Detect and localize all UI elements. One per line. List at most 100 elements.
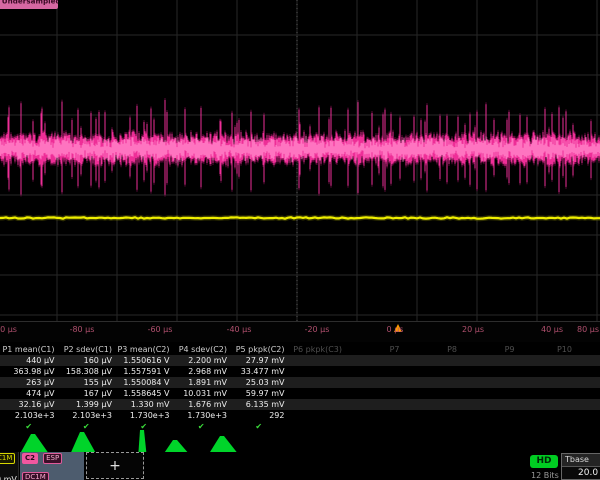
- graticule-svg: [0, 0, 600, 322]
- measure-cell: [518, 377, 576, 388]
- measure-column-header[interactable]: P4 sdev(C2): [173, 344, 231, 355]
- measure-cell: [345, 410, 403, 421]
- c1-coupling-badge: C1M: [0, 453, 15, 464]
- measure-table: P1 mean(C1)P2 sdev(C1)P3 mean(C2)P4 sdev…: [0, 344, 600, 432]
- time-tick-label: -40 µs: [227, 325, 252, 334]
- timebase-descriptor[interactable]: Tbase 20.0 µs: [561, 453, 600, 480]
- measure-cell: [345, 388, 403, 399]
- measure-column-header[interactable]: P5 pkpk(C2): [230, 344, 288, 355]
- measure-cell: 292: [230, 410, 288, 421]
- measure-cell: [518, 410, 576, 421]
- measure-cell: [288, 377, 346, 388]
- measure-cell: [518, 388, 576, 399]
- measure-cell: [518, 399, 576, 410]
- time-tick-label: -60 µs: [148, 325, 173, 334]
- measure-cell: 1.676 mV: [173, 399, 231, 410]
- measure-cell: 2.103e+3: [58, 410, 116, 421]
- measure-column-header[interactable]: P9: [460, 344, 518, 355]
- measure-cell: 1.550084 V: [115, 377, 173, 388]
- measure-cell: 363.98 µV: [0, 366, 58, 377]
- undersampled-badge-label: Undersampled: [0, 0, 52, 5]
- bit-resolution-label: 12 Bits: [531, 471, 559, 480]
- channel-c2-descriptor[interactable]: C2 ESP DC1M 10.0 mV: [20, 452, 84, 480]
- measure-cell: [345, 355, 403, 366]
- measure-cell: [575, 366, 600, 377]
- time-tick-label: -20 µs: [305, 325, 330, 334]
- measure-cell: [403, 410, 461, 421]
- measure-cell: [345, 377, 403, 388]
- measure-cell: 1.399 µV: [58, 399, 116, 410]
- time-axis: -100 µs -80 µs -60 µs -40 µs -20 µs 0 µs 20 µs…: [0, 322, 600, 342]
- measure-column-header[interactable]: P6 pkpk(C3): [288, 344, 346, 355]
- measure-cell: 32.16 µV: [0, 399, 58, 410]
- measure-column-header[interactable]: P8: [403, 344, 461, 355]
- measure-cell: [288, 366, 346, 377]
- time-tick-label: 80 µs: [577, 325, 599, 334]
- measure-cell: [518, 366, 576, 377]
- measure-column-header[interactable]: P2 sdev(C1): [58, 344, 116, 355]
- measure-cell: 263 µV: [0, 377, 58, 388]
- bottom-bar: C1M 0 mV C2 ESP DC1M 10.0 mV + HD 12 Bit…: [0, 452, 600, 480]
- measure-cell: [460, 399, 518, 410]
- measure-cell: [575, 355, 600, 366]
- measurement-histicon[interactable]: [71, 432, 96, 453]
- timebase-value: 20.0 µs: [562, 467, 600, 480]
- measure-cell: 160 µV: [58, 355, 116, 366]
- add-channel-button[interactable]: +: [86, 452, 144, 479]
- measure-cell: [288, 410, 346, 421]
- hd-mode-badge: HD: [530, 455, 558, 468]
- measure-cell: [518, 355, 576, 366]
- measure-column-header[interactable]: P3 mean(C2): [115, 344, 173, 355]
- measure-column-header[interactable]: P10: [518, 344, 576, 355]
- measure-cell: 155 µV: [58, 377, 116, 388]
- oscilloscope-screen: Undersampled -100 µs -80 µs -60 µs -40 µs -2…: [0, 0, 600, 480]
- time-tick-label: 0 µs: [387, 325, 404, 334]
- add-channel-plus-icon: +: [109, 458, 121, 474]
- c2-coupling-badge: DC1M: [22, 472, 49, 480]
- channel-c1-descriptor[interactable]: C1M 0 mV: [0, 452, 19, 480]
- measure-cell: 440 µV: [0, 355, 58, 366]
- c2-channel-badge: C2: [22, 453, 38, 464]
- measure-cell: 1.891 mV: [173, 377, 231, 388]
- time-tick-label: -100 µs: [0, 325, 17, 334]
- measure-cell: 59.97 mV: [230, 388, 288, 399]
- measure-cell: 1.550616 V: [115, 355, 173, 366]
- measure-cell: 2.200 mV: [173, 355, 231, 366]
- measure-cell: 33.477 mV: [230, 366, 288, 377]
- measure-cell: [460, 355, 518, 366]
- measure-cell: [460, 388, 518, 399]
- measure-cell: [460, 366, 518, 377]
- measure-cell: 1.558645 V: [115, 388, 173, 399]
- measure-cell: [288, 355, 346, 366]
- measure-cell: [403, 388, 461, 399]
- measure-cell: [460, 410, 518, 421]
- measure-cell: 6.135 mV: [230, 399, 288, 410]
- measure-column-header[interactable]: P7: [345, 344, 403, 355]
- measure-cell: 1.557591 V: [115, 366, 173, 377]
- time-tick-label: 20 µs: [462, 325, 484, 334]
- measure-cell: 27.97 mV: [230, 355, 288, 366]
- time-tick-label: 40 µs: [541, 325, 563, 334]
- measure-cell: 167 µV: [58, 388, 116, 399]
- measure-cell: [575, 399, 600, 410]
- measure-cell: 2.968 mV: [173, 366, 231, 377]
- measure-cell: [403, 366, 461, 377]
- time-tick-label: -80 µs: [70, 325, 95, 334]
- measure-cell: [403, 399, 461, 410]
- measure-column-header[interactable]: P1 mean(C1): [0, 344, 58, 355]
- measure-cell: [345, 399, 403, 410]
- measure-cell: [575, 410, 600, 421]
- measure-cell: 10.031 mV: [173, 388, 231, 399]
- measurement-histicon[interactable]: [20, 434, 48, 453]
- measure-cell: [575, 388, 600, 399]
- measurement-histicon[interactable]: [209, 436, 237, 453]
- measure-cell: 1.730e+3: [173, 410, 231, 421]
- measure-cell: 2.103e+3: [0, 410, 58, 421]
- timebase-title: Tbase: [562, 454, 600, 467]
- undersampled-badge: Undersampled: [0, 0, 58, 9]
- measurement-histicon[interactable]: [138, 430, 146, 453]
- measure-cell: 474 µV: [0, 388, 58, 399]
- measure-cell: 1.330 mV: [115, 399, 173, 410]
- measure-cell: 1.730e+3: [115, 410, 173, 421]
- measure-column-header[interactable]: P11: [575, 344, 600, 355]
